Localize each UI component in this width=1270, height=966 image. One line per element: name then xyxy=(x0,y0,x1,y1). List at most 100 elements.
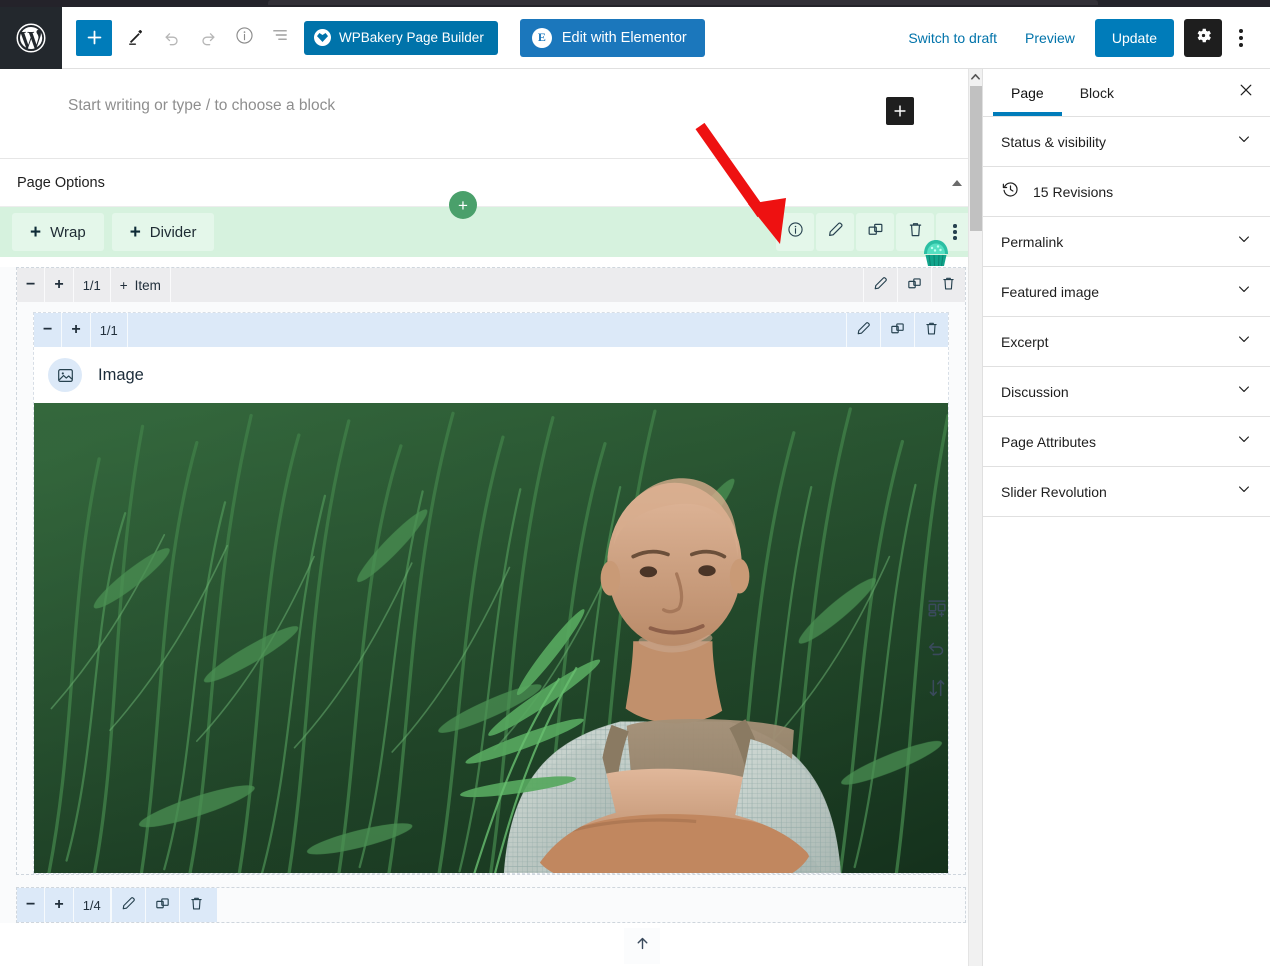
add-template-icon[interactable] xyxy=(920,591,954,625)
more-options-button[interactable] xyxy=(1224,19,1258,57)
cupcake-icon[interactable] xyxy=(916,234,956,279)
scrollbar-up-arrow-icon[interactable] xyxy=(969,69,982,84)
sidebar-panel-featured-image[interactable]: Featured image xyxy=(983,267,1270,317)
section-duplicate-button[interactable] xyxy=(856,213,894,251)
wordpress-logo-button[interactable] xyxy=(0,6,62,69)
chevron-down-icon xyxy=(1236,481,1252,502)
plus-icon: + xyxy=(129,221,141,243)
empty-paragraph-block[interactable]: Start writing or type / to choose a bloc… xyxy=(0,69,982,159)
chevron-down-icon xyxy=(1236,281,1252,302)
row-outer-increase-button[interactable]: + xyxy=(45,268,74,302)
row-bottom-width-label[interactable]: 1/4 xyxy=(74,888,111,922)
settings-button[interactable] xyxy=(1184,18,1222,57)
document-info-button[interactable] xyxy=(226,20,262,56)
row-bottom-duplicate-button[interactable] xyxy=(144,888,179,922)
section-info-button[interactable] xyxy=(776,213,814,251)
tab-block[interactable]: Block xyxy=(1062,69,1132,116)
add-wrap-button[interactable]: + Wrap xyxy=(12,213,104,251)
add-divider-label: Divider xyxy=(149,223,197,241)
gear-icon xyxy=(1194,26,1213,50)
settings-sidebar: Page Block Status & visibility 15 Revisi… xyxy=(982,69,1270,966)
switch-to-draft-button[interactable]: Switch to draft xyxy=(894,22,1011,54)
list-view-button[interactable] xyxy=(262,20,298,56)
toolbar-right-group: Switch to draft Preview Update xyxy=(894,18,1270,57)
scroll-to-top-button[interactable] xyxy=(624,928,660,964)
row-inner-duplicate-button[interactable] xyxy=(880,313,914,347)
image-placeholder-icon xyxy=(48,358,82,392)
section-edit-button[interactable] xyxy=(816,213,854,251)
wordpress-logo-icon xyxy=(16,23,46,53)
sidebar-panel-slider-revolution[interactable]: Slider Revolution xyxy=(983,467,1270,517)
sidebar-panel-status-visibility[interactable]: Status & visibility xyxy=(983,117,1270,167)
undo-icon[interactable] xyxy=(920,631,954,665)
row-inner-edit-button[interactable] xyxy=(846,313,880,347)
info-icon xyxy=(234,25,255,51)
sidebar-panel-label: Status & visibility xyxy=(1001,133,1107,150)
caret-up-icon[interactable] xyxy=(952,179,962,186)
sidebar-panel-label: Permalink xyxy=(1001,233,1064,250)
elementor-badge-icon: E xyxy=(531,27,552,48)
chevron-down-icon xyxy=(1236,431,1252,452)
list-view-icon xyxy=(270,25,290,50)
row-outer-add-item-label: Item xyxy=(134,277,161,293)
preview-button[interactable]: Preview xyxy=(1011,22,1089,54)
row-outer-width-label[interactable]: 1/1 xyxy=(74,268,111,302)
edit-mode-pencil-button[interactable] xyxy=(118,20,154,56)
editor-canvas: Start writing or type / to choose a bloc… xyxy=(0,69,982,966)
plus-icon: + xyxy=(119,277,128,293)
sidebar-panel-label: Page Attributes xyxy=(1001,433,1096,450)
row-inner-width-label[interactable]: 1/1 xyxy=(91,313,128,347)
builder-row-inner: − + 1/1 Image xyxy=(33,312,949,874)
delete-icon xyxy=(188,895,205,915)
close-icon xyxy=(1238,82,1254,103)
row-bottom-increase-button[interactable]: + xyxy=(45,888,74,922)
add-block-button[interactable] xyxy=(76,19,112,56)
elementor-label: Edit with Elementor xyxy=(561,29,687,46)
sidebar-panel-permalink[interactable]: Permalink xyxy=(983,217,1270,267)
sidebar-panel-revisions[interactable]: 15 Revisions xyxy=(983,167,1270,217)
delete-icon xyxy=(923,320,940,340)
row-bottom-edit-button[interactable] xyxy=(110,888,145,922)
plus-icon: + xyxy=(30,221,42,243)
wpbakery-page-builder-button[interactable]: WPBakery Page Builder xyxy=(304,20,498,55)
row-inner-toolbar: − + 1/1 xyxy=(34,313,948,347)
undo-button[interactable] xyxy=(154,20,190,56)
image-block-header[interactable]: Image xyxy=(34,347,948,403)
close-sidebar-button[interactable] xyxy=(1226,73,1266,113)
sidebar-panel-excerpt[interactable]: Excerpt xyxy=(983,317,1270,367)
sidebar-panel-page-attributes[interactable]: Page Attributes xyxy=(983,417,1270,467)
builder-green-toolbar: + + Wrap + Divider xyxy=(0,191,982,257)
toolbar-left-group: WPBakery Page Builder E Edit with Elemen… xyxy=(62,18,705,57)
redo-button[interactable] xyxy=(190,20,226,56)
row-outer-add-item-button[interactable]: + Item xyxy=(111,268,171,302)
reorder-icon[interactable] xyxy=(920,671,954,705)
tab-page[interactable]: Page xyxy=(993,69,1062,116)
row-inner-increase-button[interactable]: + xyxy=(62,313,91,347)
update-button[interactable]: Update xyxy=(1094,18,1174,57)
scrollbar-thumb[interactable] xyxy=(970,86,982,231)
row-bottom-delete-button[interactable] xyxy=(178,888,213,922)
chevron-down-icon xyxy=(1236,231,1252,252)
edit-pencil-icon xyxy=(120,895,137,915)
editor-scrollbar[interactable] xyxy=(968,69,982,966)
inline-add-block-button[interactable] xyxy=(886,97,914,125)
page-options-header[interactable]: Page Options xyxy=(0,159,982,207)
chevron-down-icon xyxy=(1236,331,1252,352)
builder-content: − + 1/1 + Item − + 1/1 Image − + 1/4 xyxy=(0,267,982,923)
sidebar-panel-discussion[interactable]: Discussion xyxy=(983,367,1270,417)
edit-with-elementor-button[interactable]: E Edit with Elementor xyxy=(519,18,705,57)
add-section-button[interactable]: + xyxy=(449,191,477,219)
info-icon xyxy=(786,220,805,244)
featured-photo[interactable] xyxy=(34,403,948,873)
editor-body: Start writing or type / to choose a bloc… xyxy=(0,69,1270,966)
row-outer-edit-button[interactable] xyxy=(863,268,897,302)
row-bottom-toolbar: − + 1/4 xyxy=(17,888,217,922)
add-divider-button[interactable]: + Divider xyxy=(111,213,215,251)
duplicate-icon xyxy=(889,320,906,340)
row-bottom-decrease-button[interactable]: − xyxy=(17,888,46,922)
chevron-down-icon xyxy=(1236,131,1252,152)
row-inner-delete-button[interactable] xyxy=(914,313,948,347)
wpbakery-label: WPBakery Page Builder xyxy=(339,30,484,45)
row-inner-decrease-button[interactable]: − xyxy=(34,313,63,347)
row-outer-decrease-button[interactable]: − xyxy=(17,268,46,302)
